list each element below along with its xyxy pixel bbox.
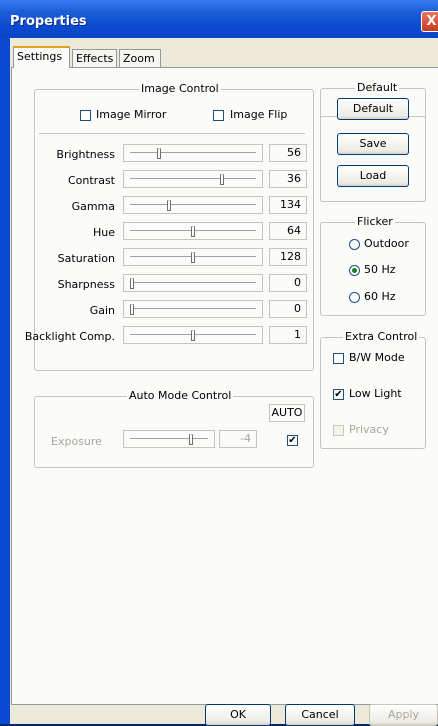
slider-thumb[interactable] [191, 226, 195, 237]
bw-mode-checkbox[interactable] [333, 353, 344, 364]
low-light-checkbox[interactable]: ✔ [333, 389, 344, 400]
tab-effects-label: Effects [76, 52, 114, 65]
slider[interactable] [123, 170, 263, 188]
slider[interactable] [123, 274, 263, 292]
image-control-legend: Image Control [139, 82, 221, 95]
radio-50hz[interactable] [349, 265, 360, 276]
default-group-legend: Default [355, 81, 400, 94]
image-flip-checkbox[interactable] [213, 110, 224, 121]
slider-thumb[interactable] [191, 252, 195, 263]
slider-thumb[interactable] [130, 304, 134, 315]
slider-track [130, 152, 256, 156]
extra-control-group: Extra Control B/W Mode ✔ Low Light Priva… [320, 330, 426, 449]
slider[interactable] [123, 196, 263, 214]
slider-label: Saturation [57, 252, 115, 265]
slider-track [130, 204, 256, 208]
radio-60hz-label: 60 Hz [364, 290, 396, 303]
slider-thumb[interactable] [191, 330, 195, 341]
window-title: Properties [10, 14, 87, 29]
slider-value: 56 [269, 144, 307, 162]
tab-effects[interactable]: Effects [72, 49, 117, 67]
slider-thumb[interactable] [167, 200, 171, 211]
properties-window: Properties X Settings Effects Zoom Image… [0, 0, 438, 726]
slider-label: Brightness [56, 148, 115, 161]
window-frame-left [0, 38, 10, 724]
slider-track [130, 178, 256, 182]
slider-track [130, 308, 256, 312]
image-mirror-label: Image Mirror [96, 108, 167, 121]
slider-value: 134 [269, 196, 307, 214]
exposure-value: -4 [219, 430, 257, 448]
privacy-checkbox [333, 425, 344, 436]
slider-value: 0 [269, 274, 307, 292]
check-icon: ✔ [334, 389, 343, 400]
apply-button[interactable]: Apply [369, 704, 438, 726]
slider-label: Hue [92, 226, 115, 239]
slider[interactable] [123, 326, 263, 344]
slider[interactable] [123, 248, 263, 266]
ok-button[interactable]: OK [205, 704, 271, 726]
bw-mode-label: B/W Mode [349, 351, 405, 364]
tab-zoom-label: Zoom [123, 52, 155, 65]
radio-50hz-label: 50 Hz [364, 263, 396, 276]
slider-value: 36 [269, 170, 307, 188]
slider-label: Sharpness [57, 278, 115, 291]
privacy-label: Privacy [349, 423, 389, 436]
exposure-slider [123, 430, 215, 448]
slider-thumb[interactable] [157, 148, 161, 159]
default-group-frame: Default [320, 81, 426, 202]
slider-thumb[interactable] [130, 278, 134, 289]
flicker-group: Flicker Outdoor 50 Hz 60 Hz [320, 215, 426, 316]
auto-label: AUTO [269, 404, 305, 422]
exposure-label: Exposure [51, 435, 102, 448]
exposure-track [130, 438, 208, 442]
slider-value: 64 [269, 222, 307, 240]
exposure-thumb [189, 434, 193, 445]
radio-outdoor[interactable] [349, 239, 360, 250]
slider[interactable] [123, 300, 263, 318]
image-mirror-checkbox[interactable] [80, 110, 91, 121]
low-light-label: Low Light [349, 387, 402, 400]
auto-mode-legend: Auto Mode Control [127, 389, 234, 402]
tab-settings-label: Settings [17, 50, 63, 63]
cancel-button[interactable]: Cancel [285, 704, 355, 726]
close-button[interactable]: X [421, 11, 438, 32]
tab-settings[interactable]: Settings [13, 46, 70, 68]
slider-label: Backlight Comp. [24, 330, 115, 343]
title-bar[interactable]: Properties X [0, 0, 438, 38]
separator [39, 133, 305, 134]
slider-label: Contrast [67, 174, 115, 187]
close-icon: X [426, 14, 437, 29]
check-icon: ✔ [288, 435, 297, 446]
radio-60hz[interactable] [349, 292, 360, 303]
slider-value: 128 [269, 248, 307, 266]
slider-value: 0 [269, 300, 307, 318]
slider[interactable] [123, 144, 263, 162]
slider-label: Gain [89, 304, 115, 317]
slider-thumb[interactable] [220, 174, 224, 185]
auto-checkbox[interactable]: ✔ [287, 435, 298, 446]
tab-zoom[interactable]: Zoom [119, 49, 161, 67]
radio-outdoor-label: Outdoor [364, 237, 409, 250]
auto-mode-group: Auto Mode Control AUTO Exposure -4 ✔ [34, 389, 314, 468]
slider-track [130, 282, 256, 286]
slider-label: Gamma [71, 200, 115, 213]
image-control-group: Image Control Image Mirror Image Flip Br… [25, 82, 314, 371]
flicker-legend: Flicker [355, 215, 395, 228]
slider[interactable] [123, 222, 263, 240]
extra-control-legend: Extra Control [343, 330, 420, 343]
image-flip-label: Image Flip [230, 108, 288, 121]
slider-value: 1 [269, 326, 307, 344]
